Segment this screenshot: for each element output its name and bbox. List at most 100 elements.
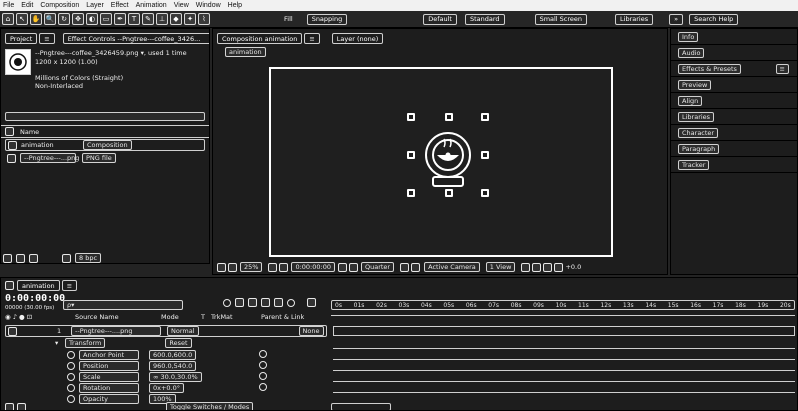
panel-effects-presets[interactable]: Effects & Presets ≡: [671, 61, 797, 77]
interpret-footage-icon[interactable]: [3, 253, 12, 263]
list-item[interactable]: animation Composition: [5, 139, 205, 151]
roto-brush-tool-icon[interactable]: ✦: [184, 13, 196, 25]
transform-handle[interactable]: [481, 189, 489, 197]
transform-reset[interactable]: Reset: [165, 338, 192, 348]
snapping-checkbox[interactable]: Snapping: [306, 13, 348, 25]
menu-edit[interactable]: Edit: [21, 2, 33, 9]
puppet-tool-icon[interactable]: ⌇: [198, 13, 210, 25]
timeline-current-time[interactable]: 0:00:00:00: [5, 293, 65, 304]
new-composition-icon[interactable]: [29, 253, 38, 263]
transform-group[interactable]: Transform: [65, 338, 106, 348]
menu-composition[interactable]: Composition: [40, 2, 79, 9]
transparency-grid-icon[interactable]: [411, 262, 421, 272]
stopwatch-icon[interactable]: [67, 362, 75, 370]
tab-timeline-animation[interactable]: animation: [17, 280, 60, 291]
menu-layer[interactable]: Layer: [86, 2, 104, 9]
frame-blending-icon[interactable]: [248, 298, 257, 307]
panel-tracker[interactable]: Tracker: [671, 157, 797, 173]
list-item[interactable]: --Pngtree---...png PNG file: [5, 152, 205, 164]
snapshot-icon[interactable]: [337, 262, 347, 272]
tab-layer[interactable]: Layer (none): [331, 33, 384, 44]
bit-depth-button[interactable]: 8 bpc: [75, 253, 102, 263]
clone-stamp-tool-icon[interactable]: ⊥: [156, 13, 168, 25]
eye-icon[interactable]: [8, 326, 17, 336]
column-parent[interactable]: Parent & Link: [261, 313, 304, 321]
project-menu-icon[interactable]: ≡: [39, 33, 55, 44]
transform-handle[interactable]: [445, 113, 453, 121]
tab-project[interactable]: Project: [5, 33, 38, 44]
panel-audio[interactable]: Audio: [671, 45, 797, 61]
menu-help[interactable]: Help: [228, 2, 242, 9]
panel-libraries[interactable]: Libraries: [671, 109, 797, 125]
project-search-input[interactable]: [5, 112, 205, 121]
panel-menu-icon[interactable]: ≡: [775, 63, 789, 74]
workspace-small-screen[interactable]: Small Screen: [534, 13, 588, 25]
current-time[interactable]: 0:00:00:00: [291, 262, 335, 272]
prop-scale-value[interactable]: ∞ 30.0,30.0%: [149, 372, 202, 382]
workspace-default[interactable]: Default: [423, 13, 457, 25]
menu-window[interactable]: Window: [196, 2, 221, 9]
menu-view[interactable]: View: [174, 2, 189, 9]
timeline-zoom-slider[interactable]: [331, 403, 391, 410]
hand-tool-icon[interactable]: ✋: [30, 13, 42, 25]
show-channel-icon[interactable]: [348, 262, 358, 272]
reset-exposure-icon[interactable]: [554, 262, 564, 272]
transform-handle[interactable]: [481, 113, 489, 121]
timeline-icon[interactable]: [532, 262, 542, 272]
keyframe-nav-icon[interactable]: [259, 361, 267, 369]
stopwatch-icon[interactable]: [67, 373, 75, 381]
selection-tool-icon[interactable]: ↖: [16, 13, 28, 25]
rotation-tool-icon[interactable]: ↻: [58, 13, 70, 25]
layer-duration-bar[interactable]: [333, 326, 795, 336]
column-name-header[interactable]: Name: [20, 128, 39, 136]
mask-path-icon[interactable]: [279, 262, 289, 272]
toggle-switches-modes[interactable]: Toggle Switches / Modes: [166, 402, 254, 410]
shy-layers-icon[interactable]: [235, 298, 244, 307]
menu-animation[interactable]: Animation: [136, 2, 167, 9]
composition-menu-icon[interactable]: ≡: [304, 33, 320, 44]
transform-handle[interactable]: [407, 189, 415, 197]
workspace-standard[interactable]: Standard: [464, 13, 505, 25]
close-tab-icon[interactable]: [5, 281, 14, 290]
new-folder-icon[interactable]: [16, 253, 25, 263]
panel-character[interactable]: Character: [671, 125, 797, 141]
zoom-tool-icon[interactable]: 🔍: [44, 13, 56, 25]
keyframe-nav-icon[interactable]: [259, 372, 267, 380]
timeline-search-input[interactable]: ρ▾: [63, 300, 183, 310]
camera-tool-icon[interactable]: ✥: [72, 13, 84, 25]
draft-3d-icon[interactable]: [223, 298, 231, 307]
tab-effect-controls[interactable]: Effect Controls --Pngtree---coffee_3426.…: [62, 33, 209, 44]
pan-behind-tool-icon[interactable]: ◐: [86, 13, 98, 25]
panel-paragraph[interactable]: Paragraph: [671, 141, 797, 157]
comp-settings-icon[interactable]: [287, 298, 295, 307]
brush-tool-icon[interactable]: ✎: [142, 13, 154, 25]
motion-blur-icon[interactable]: [261, 298, 270, 307]
more-workspaces-button[interactable]: »: [669, 13, 684, 25]
keyframe-nav-icon[interactable]: [259, 350, 267, 358]
layer-row[interactable]: 1 --Pngtree---....png Normal None: [5, 325, 327, 337]
twirl-arrow-icon[interactable]: ▾: [55, 339, 65, 347]
eraser-tool-icon[interactable]: ◆: [170, 13, 182, 25]
layer-parent-select[interactable]: None: [298, 326, 324, 336]
view-layout-select[interactable]: 1 View: [485, 262, 516, 272]
panel-align[interactable]: Align: [671, 93, 797, 109]
region-of-interest-icon[interactable]: [400, 262, 410, 272]
transform-handle[interactable]: [481, 151, 489, 159]
tab-composition[interactable]: Composition animation: [217, 33, 303, 44]
exposure-value[interactable]: +0.0: [565, 263, 581, 271]
transform-handle[interactable]: [407, 151, 415, 159]
prop-position-value[interactable]: 960.0,540.0: [149, 361, 197, 371]
work-area-start-icon[interactable]: [307, 298, 316, 307]
timeline-menu-icon[interactable]: ≡: [61, 280, 78, 291]
comp-breadcrumb[interactable]: animation: [225, 47, 266, 57]
workspace-libraries[interactable]: Libraries: [615, 13, 654, 25]
keyframe-nav-icon[interactable]: [259, 383, 267, 391]
time-ruler[interactable]: 0s 01s 02s 03s 04s 05s 06s 07s 08s 09s 1…: [331, 300, 795, 310]
layer-name[interactable]: --Pngtree---....png: [71, 326, 161, 336]
resolution-select[interactable]: Quarter: [360, 262, 395, 272]
zoom-select[interactable]: 25%: [240, 262, 263, 272]
layer-switches-icon[interactable]: [5, 402, 14, 410]
shape-tool-icon[interactable]: ▭: [100, 13, 112, 25]
panel-info[interactable]: Info: [671, 29, 797, 45]
type-tool-icon[interactable]: T: [128, 13, 140, 25]
